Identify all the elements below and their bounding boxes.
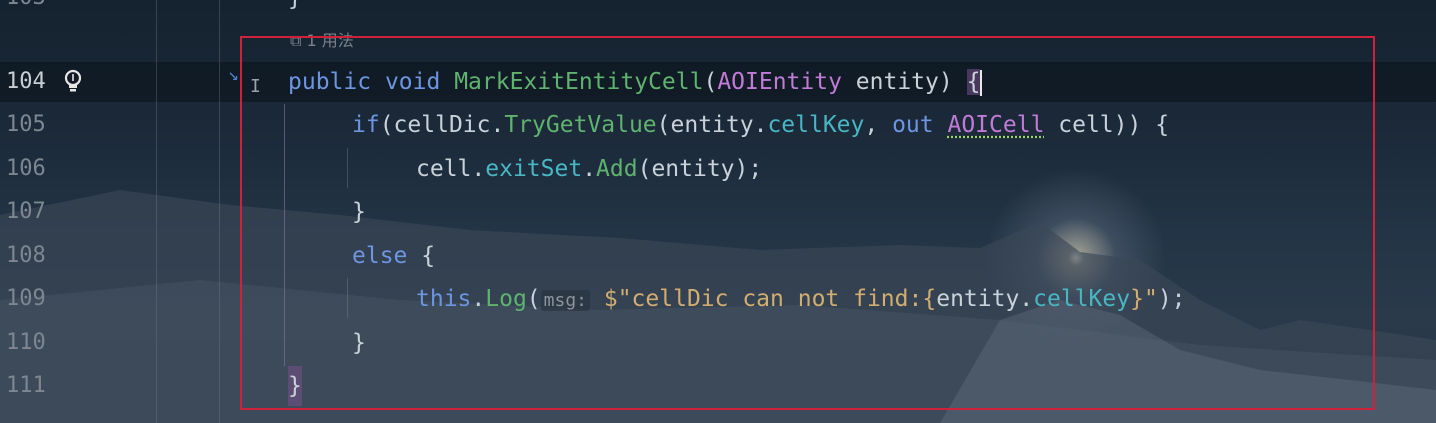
line-number: 105 [6, 112, 46, 137]
line-number: 110 [6, 330, 46, 355]
line-number: 104 [6, 69, 46, 94]
implementation-arrow-icon[interactable]: ↘ [228, 64, 239, 85]
line-number: 108 [6, 243, 46, 268]
code-line-fragment: } [288, 0, 302, 18]
gutter-divider [219, 0, 220, 423]
lightbulb-icon[interactable] [62, 68, 84, 96]
highlight-annotation-box [240, 36, 1375, 410]
line-number: 109 [6, 286, 46, 311]
gutter-divider [156, 0, 157, 423]
line-number: 111 [6, 373, 46, 398]
line-number: 107 [6, 199, 46, 224]
line-number: 103 [6, 0, 58, 18]
line-number: 106 [6, 156, 46, 181]
